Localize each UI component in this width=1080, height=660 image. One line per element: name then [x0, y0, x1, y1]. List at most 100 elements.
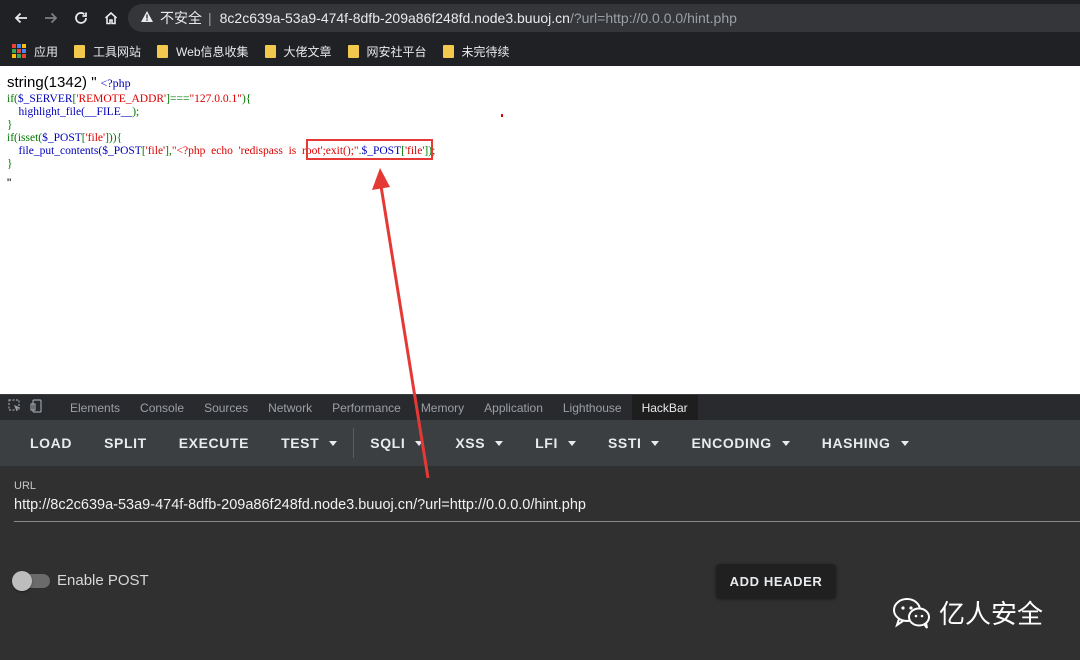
code-token: ], [165, 145, 172, 157]
hackbar-lfi-menu[interactable]: LFI [519, 435, 592, 451]
bookmark-label: Web信息收集 [176, 44, 249, 59]
code-line-6: } [7, 158, 13, 172]
folder-icon [157, 44, 169, 58]
annotation-highlight-box [306, 139, 433, 160]
enable-post-label: Enable POST [57, 572, 149, 589]
code-token: 'REMOTE_ADDR' [76, 93, 167, 105]
devtab-application[interactable]: Application [474, 395, 553, 421]
code-token: "<?php echo [171, 145, 239, 157]
hackbar-load-button[interactable]: LOAD [14, 435, 88, 451]
menu-label: EXECUTE [178, 435, 250, 451]
forward-icon[interactable] [36, 3, 66, 33]
code-token: } [7, 119, 13, 131]
code-token: file_put_contents( [18, 145, 103, 157]
hackbar-test-menu[interactable]: TEST [265, 435, 353, 451]
address-bar[interactable]: 不安全 | 8c2c639a-53a9-474f-8dfb-209a86f248… [128, 4, 1080, 32]
hackbar-encoding-menu[interactable]: ENCODING [675, 435, 805, 451]
code-token: ])){ [105, 132, 123, 144]
device-toolbar-icon[interactable] [30, 399, 44, 416]
folder-icon [264, 44, 276, 58]
bookmarks-bar: 应用 工具网站 Web信息收集 大佬文章 网安社平台 未完待续 [0, 36, 1080, 66]
bookmark-folder[interactable]: Web信息收集 [157, 43, 249, 60]
page-content: string(1342) " <?php if($_SERVER['REMOTE_… [0, 66, 1080, 394]
bookmark-folder[interactable]: 大佬文章 [264, 43, 332, 60]
code-token: } [7, 158, 13, 170]
caret-down-icon [900, 440, 909, 446]
address-separator: | [208, 10, 212, 26]
code-token: $_SERVER [17, 93, 73, 105]
menu-label: SPLIT [104, 435, 147, 451]
code-token: $_POST [102, 145, 142, 157]
url-path: /?url=http://0.0.0.0/hint.php [569, 10, 737, 26]
bookmark-label: 未完待续 [461, 44, 510, 59]
hackbar-xss-menu[interactable]: XSS [439, 435, 519, 451]
caret-down-icon [329, 440, 338, 446]
code-token: 'file' [145, 145, 166, 157]
bookmark-apps[interactable]: 应用 [12, 43, 58, 60]
code-token: 'file' [85, 132, 106, 144]
wechat-icon [893, 597, 930, 629]
enable-post-toggle[interactable] [12, 571, 50, 591]
apps-grid-icon [12, 44, 26, 58]
folder-icon [442, 44, 454, 58]
code-token: __FILE__ [84, 106, 133, 118]
code-line-2: highlight_file(__FILE__); [7, 106, 140, 120]
code-token: ){ [241, 93, 252, 105]
home-icon[interactable] [96, 3, 126, 33]
inspect-element-icon[interactable] [8, 399, 22, 416]
hackbar-menu: LOAD SPLIT EXECUTE TEST SQLI XSS LFI SST… [0, 420, 1080, 466]
bookmark-label: 网安社平台 [366, 44, 427, 59]
watermark: 亿人安全 [893, 594, 1043, 631]
hackbar-sqli-menu[interactable]: SQLI [354, 435, 439, 451]
hackbar-hashing-menu[interactable]: HASHING [806, 435, 925, 451]
menu-label: ENCODING [691, 435, 772, 451]
devtab-elements[interactable]: Elements [60, 395, 130, 421]
back-icon[interactable] [6, 3, 36, 33]
menu-label: XSS [455, 435, 486, 451]
code-token: highlight_file( [18, 106, 85, 118]
code-token: if( [7, 93, 18, 105]
add-header-button[interactable]: ADD HEADER [716, 564, 836, 598]
hackbar-ssti-menu[interactable]: SSTI [592, 435, 676, 451]
code-line-4: if(isset($_POST['file'])){ [7, 132, 122, 146]
browser-toolbar: 不安全 | 8c2c639a-53a9-474f-8dfb-209a86f248… [0, 0, 1080, 36]
reload-icon[interactable] [66, 3, 96, 33]
url-field[interactable]: http://8c2c639a-53a9-474f-8dfb-209a86f24… [14, 497, 586, 513]
devtab-network[interactable]: Network [258, 395, 322, 421]
devtab-lighthouse[interactable]: Lighthouse [553, 395, 632, 421]
menu-label: SQLI [370, 435, 406, 451]
devtab-memory[interactable]: Memory [411, 395, 474, 421]
menu-label: LOAD [30, 435, 73, 451]
bookmark-label: 工具网站 [93, 44, 142, 59]
watermark-text: 亿人安全 [939, 599, 1044, 629]
devtools-tabbar: Elements Console Sources Network Perform… [0, 394, 1080, 421]
devtools-icons [0, 399, 60, 416]
string-header: string(1342) " <?php [7, 74, 131, 91]
menu-label: SSTI [607, 435, 642, 451]
hackbar-execute-button[interactable]: EXECUTE [163, 435, 265, 451]
bookmark-folder[interactable]: 工具网站 [74, 43, 141, 60]
menu-label: LFI [535, 435, 558, 451]
devtab-sources[interactable]: Sources [194, 395, 258, 421]
bookmark-folder[interactable]: 未完待续 [442, 43, 510, 60]
stray-red-dot [501, 114, 503, 117]
php-open-tag: <?php [100, 76, 131, 90]
string-prefix: string(1342) " [7, 74, 97, 91]
caret-down-icon [781, 440, 790, 446]
security-label: 不安全 [160, 10, 202, 26]
url-field-underline [14, 521, 1080, 522]
bookmark-folder[interactable]: 网安社平台 [347, 43, 427, 60]
caret-down-icon [567, 440, 576, 446]
devtab-console[interactable]: Console [130, 395, 194, 421]
code-token: $_POST [42, 132, 82, 144]
menu-label: TEST [281, 435, 320, 451]
devtab-performance[interactable]: Performance [322, 395, 411, 421]
bookmark-label: 应用 [34, 44, 59, 59]
caret-down-icon [415, 440, 424, 446]
hackbar-split-button[interactable]: SPLIT [88, 435, 163, 451]
devtab-hackbar[interactable]: HackBar [631, 394, 698, 421]
menu-label: HASHING [821, 435, 891, 451]
toggle-knob [12, 571, 32, 591]
